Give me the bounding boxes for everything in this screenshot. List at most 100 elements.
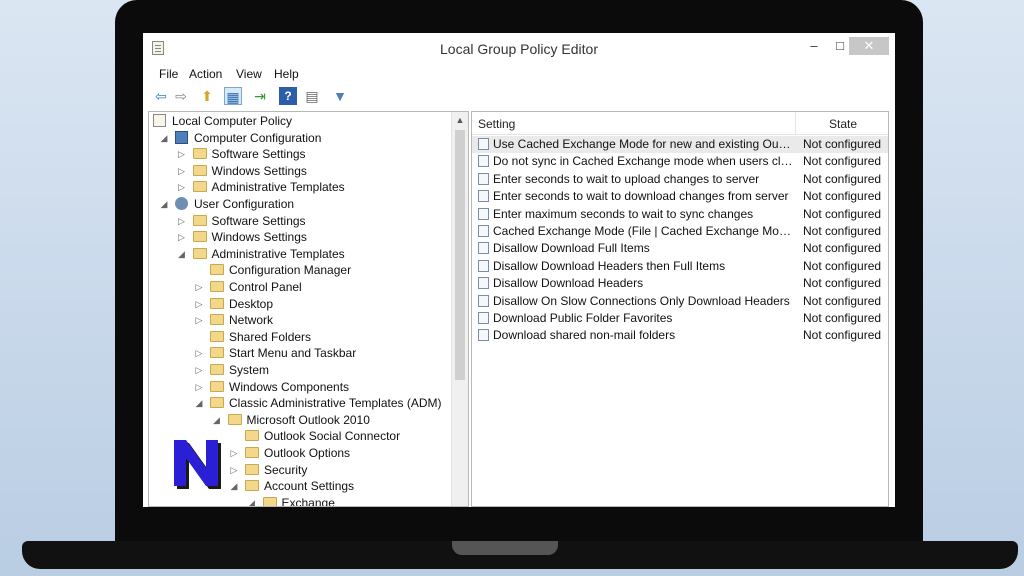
tree-item[interactable]: ◢ Administrative Templates [149,246,449,262]
tree-item[interactable]: ◢ Microsoft Outlook 2010 [149,412,449,428]
help-icon[interactable]: ? [279,87,297,105]
collapse-arrow-icon[interactable]: ◢ [159,130,169,146]
folder-icon [245,430,259,442]
collapse-arrow-icon[interactable]: ◢ [177,246,187,262]
back-arrow-icon[interactable]: ⇦ [152,87,170,105]
setting-state: Not configured [803,189,882,204]
folder-icon [192,231,207,243]
tree-item[interactable]: ▷ Administrative Templates [149,179,449,195]
menu-bar: File Action View Help [143,63,895,83]
setting-row[interactable]: Disallow On Slow Connections Only Downlo… [472,293,888,310]
tree-item-label: Account Settings [264,479,355,494]
expand-arrow-icon[interactable]: ▷ [229,462,239,478]
menu-action[interactable]: Action [189,67,222,81]
expand-arrow-icon[interactable]: ▷ [177,229,187,245]
tree-item-label: Administrative Templates [211,246,345,261]
scroll-up-arrow-icon[interactable]: ▲ [452,112,468,128]
setting-row[interactable]: Enter seconds to wait to download change… [472,188,888,205]
menu-view[interactable]: View [236,67,262,81]
expand-arrow-icon[interactable]: ▷ [177,213,187,229]
policy-setting-icon [478,138,489,150]
tree-item[interactable]: ▷ Control Panel [149,279,449,295]
collapse-arrow-icon[interactable]: ◢ [194,395,204,411]
setting-state: Not configured [803,171,882,186]
close-button[interactable]: ✕ [849,37,889,55]
tree-item-label: Desktop [229,296,274,311]
expand-arrow-icon[interactable]: ▷ [194,379,204,395]
setting-row[interactable]: Download shared non-mail folders Not conf… [472,327,888,344]
setting-row[interactable]: Use Cached Exchange Mode for new and exi… [472,136,888,153]
tree-item-label: Start Menu and Taskbar [229,346,357,361]
expand-arrow-icon[interactable]: ▷ [194,279,204,295]
setting-state: Not configured [803,154,882,169]
tree-item[interactable]: ▷ Network [149,312,449,328]
tree-item[interactable]: ▷ Start Menu and Taskbar [149,345,449,361]
tree-item-label: Software Settings [211,213,306,228]
minimize-button[interactable]: – [802,37,826,55]
setting-row[interactable]: Download Public Folder Favorites Not conf… [472,310,888,327]
tree-item[interactable]: ◢ User Configuration [149,196,449,212]
menu-help[interactable]: Help [274,67,299,81]
tree-item[interactable]: ▷ Software Settings [149,146,449,162]
show-hide-tree-icon[interactable]: ▦ [224,87,242,105]
column-divider[interactable] [795,112,796,134]
folder-icon [192,247,207,259]
setting-row[interactable]: Disallow Download Headers Not configured [472,275,888,292]
setting-name: Use Cached Exchange Mode for new and exi… [493,137,793,151]
up-folder-icon[interactable]: ⬆ [198,87,216,105]
collapse-arrow-icon[interactable]: ◢ [212,412,222,428]
tree-scroll-thumb[interactable] [455,130,465,380]
app-window: Local Group Policy Editor – □ ✕ File Act… [143,33,895,507]
forward-arrow-icon[interactable]: ⇨ [172,87,190,105]
setting-row[interactable]: Enter seconds to wait to upload changes … [472,171,888,188]
export-list-icon[interactable]: ⇥ [251,87,269,105]
tree-item[interactable]: ◢ Exchange [149,495,449,506]
filter-icon[interactable]: ▼ [331,87,349,105]
tree-item[interactable]: Local Computer Policy [149,113,449,129]
laptop-notch [452,541,558,555]
tree-item[interactable]: ▷ Software Settings [149,213,449,229]
tree-item[interactable]: ◢ Computer Configuration [149,130,449,146]
setting-row[interactable]: Enter maximum seconds to wait to sync ch… [472,206,888,223]
tree-item[interactable]: ▷ Desktop [149,296,449,312]
setting-row[interactable]: Disallow Download Headers then Full Item… [472,258,888,275]
tree-item[interactable]: ▷ System [149,362,449,378]
collapse-arrow-icon[interactable]: ◢ [247,495,257,506]
tree-item-label: Security [264,462,308,477]
expand-arrow-icon[interactable]: ▷ [194,312,204,328]
expand-arrow-icon[interactable]: ▷ [229,445,239,461]
tree-item[interactable]: Configuration Manager [149,262,449,278]
folder-icon [245,463,259,475]
setting-row[interactable]: Cached Exchange Mode (File | Cached Exch… [472,223,888,240]
column-header-setting[interactable]: Setting [478,117,515,131]
menu-file[interactable]: File [159,67,178,81]
properties-icon[interactable]: ▤ [303,87,321,105]
setting-state: Not configured [803,137,882,151]
tree-item[interactable]: ▷ Windows Settings [149,229,449,245]
setting-state: Not configured [803,276,882,291]
tree-item[interactable]: Shared Folders [149,329,449,345]
policy-setting-icon [478,190,489,203]
folder-icon [210,380,224,392]
tree-item[interactable]: ▷ Windows Settings [149,163,449,179]
expand-arrow-icon[interactable]: ▷ [177,146,187,162]
setting-name: Download shared non-mail folders [493,328,676,343]
tree-item[interactable]: ◢ Classic Administrative Templates (ADM) [149,395,449,411]
expand-arrow-icon[interactable]: ▷ [194,345,204,361]
setting-state: Not configured [803,311,882,325]
setting-row[interactable]: Disallow Download Full Items Not configur… [472,240,888,257]
collapse-arrow-icon[interactable]: ◢ [229,478,239,494]
folder-icon [210,397,224,409]
tree-item-label: Control Panel [229,280,302,294]
setting-state: Not configured [803,293,882,308]
collapse-arrow-icon[interactable]: ◢ [159,196,169,212]
expand-arrow-icon[interactable]: ▷ [194,362,204,378]
setting-row[interactable]: Do not sync in Cached Exchange mode when… [472,153,888,170]
settings-list: Setting State Use Cached Exchange Mode f… [471,111,889,507]
expand-arrow-icon[interactable]: ▷ [177,179,187,195]
expand-arrow-icon[interactable]: ▷ [177,163,187,179]
expand-arrow-icon[interactable]: ▷ [194,296,204,312]
column-header-state[interactable]: State [829,117,857,131]
tree-item[interactable]: ▷ Windows Components [149,379,449,395]
tree-scrollbar[interactable]: ▲ [451,112,468,506]
